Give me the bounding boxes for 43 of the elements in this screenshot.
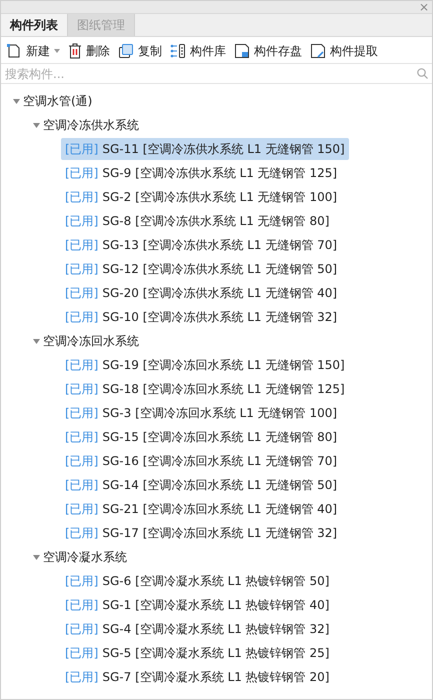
tree-item[interactable]: [已用] SG-9 [空调冷冻供水系统 L1 无缝钢管 125]: [61, 162, 342, 184]
library-button[interactable]: 构件库: [169, 41, 227, 61]
tree-group[interactable]: 空调冷冻回水系统: [43, 332, 139, 350]
new-button[interactable]: 新建: [5, 41, 61, 61]
expand-arrow-icon[interactable]: [13, 98, 20, 104]
tree-item[interactable]: [已用] SG-5 [空调冷凝水系统 L1 热镀锌钢管 25]: [61, 642, 334, 664]
tree-group[interactable]: 空调水管(通): [23, 92, 92, 110]
tree-item[interactable]: [已用] SG-1 [空调冷凝水系统 L1 热镀锌钢管 40]: [61, 594, 334, 616]
tree-item[interactable]: [已用] SG-7 [空调冷凝水系统 L1 热镀锌钢管 20]: [61, 666, 334, 688]
copy-button[interactable]: 复制: [117, 41, 163, 61]
tree-item[interactable]: [已用] SG-19 [空调冷冻回水系统 L1 无缝钢管 150]: [61, 354, 349, 376]
list-icon: [170, 43, 186, 59]
tree-item[interactable]: [已用] SG-4 [空调冷凝水系统 L1 热镀锌钢管 32]: [61, 618, 334, 640]
caret-icon[interactable]: [54, 49, 60, 53]
expand-arrow-icon[interactable]: [33, 554, 40, 560]
tree-item[interactable]: [已用] SG-18 [空调冷冻回水系统 L1 无缝钢管 125]: [61, 378, 349, 400]
expand-arrow-icon[interactable]: [33, 122, 40, 128]
tree-group[interactable]: 空调冷凝水系统: [43, 548, 127, 566]
tree-item[interactable]: [已用] SG-14 [空调冷冻回水系统 L1 无缝钢管 50]: [61, 474, 342, 496]
tree-item[interactable]: [已用] SG-15 [空调冷冻回水系统 L1 无缝钢管 80]: [61, 426, 342, 448]
search-icon[interactable]: [417, 68, 428, 79]
tree-item[interactable]: [已用] SG-2 [空调冷冻供水系统 L1 无缝钢管 100]: [61, 186, 342, 208]
expand-arrow-icon[interactable]: [33, 338, 40, 344]
delete-button[interactable]: 删除: [67, 41, 111, 61]
extract-button[interactable]: 构件提取: [309, 41, 379, 61]
new-file-icon: [6, 43, 22, 59]
save-button[interactable]: 构件存盘: [233, 41, 303, 61]
disk-pen-icon: [310, 43, 326, 59]
tree-item[interactable]: [已用] SG-12 [空调冷冻供水系统 L1 无缝钢管 50]: [61, 258, 342, 280]
tree-item[interactable]: [已用] SG-6 [空调冷凝水系统 L1 热镀锌钢管 50]: [61, 570, 334, 592]
tree-item[interactable]: [已用] SG-8 [空调冷冻供水系统 L1 无缝钢管 80]: [61, 210, 334, 232]
tree-item[interactable]: [已用] SG-17 [空调冷冻回水系统 L1 无缝钢管 32]: [61, 522, 342, 544]
tree-item[interactable]: [已用] SG-21 [空调冷冻回水系统 L1 无缝钢管 40]: [61, 498, 342, 520]
tree-group[interactable]: 空调冷冻供水系统: [43, 116, 139, 134]
tree-item[interactable]: [已用] SG-13 [空调冷冻供水系统 L1 无缝钢管 70]: [61, 234, 342, 256]
copy-icon: [118, 43, 134, 59]
tree-item[interactable]: [已用] SG-16 [空调冷冻回水系统 L1 无缝钢管 70]: [61, 450, 342, 472]
trash-icon: [68, 43, 82, 59]
tree-item[interactable]: [已用] SG-20 [空调冷冻供水系统 L1 无缝钢管 40]: [61, 282, 342, 304]
tree-item[interactable]: [已用] SG-3 [空调冷冻回水系统 L1 无缝钢管 100]: [61, 402, 342, 424]
tree-item[interactable]: [已用] SG-11 [空调冷冻供水系统 L1 无缝钢管 150]: [61, 138, 349, 160]
tab[interactable]: 构件列表: [1, 14, 68, 36]
tree-item[interactable]: [已用] SG-10 [空调冷冻供水系统 L1 无缝钢管 32]: [61, 306, 342, 328]
